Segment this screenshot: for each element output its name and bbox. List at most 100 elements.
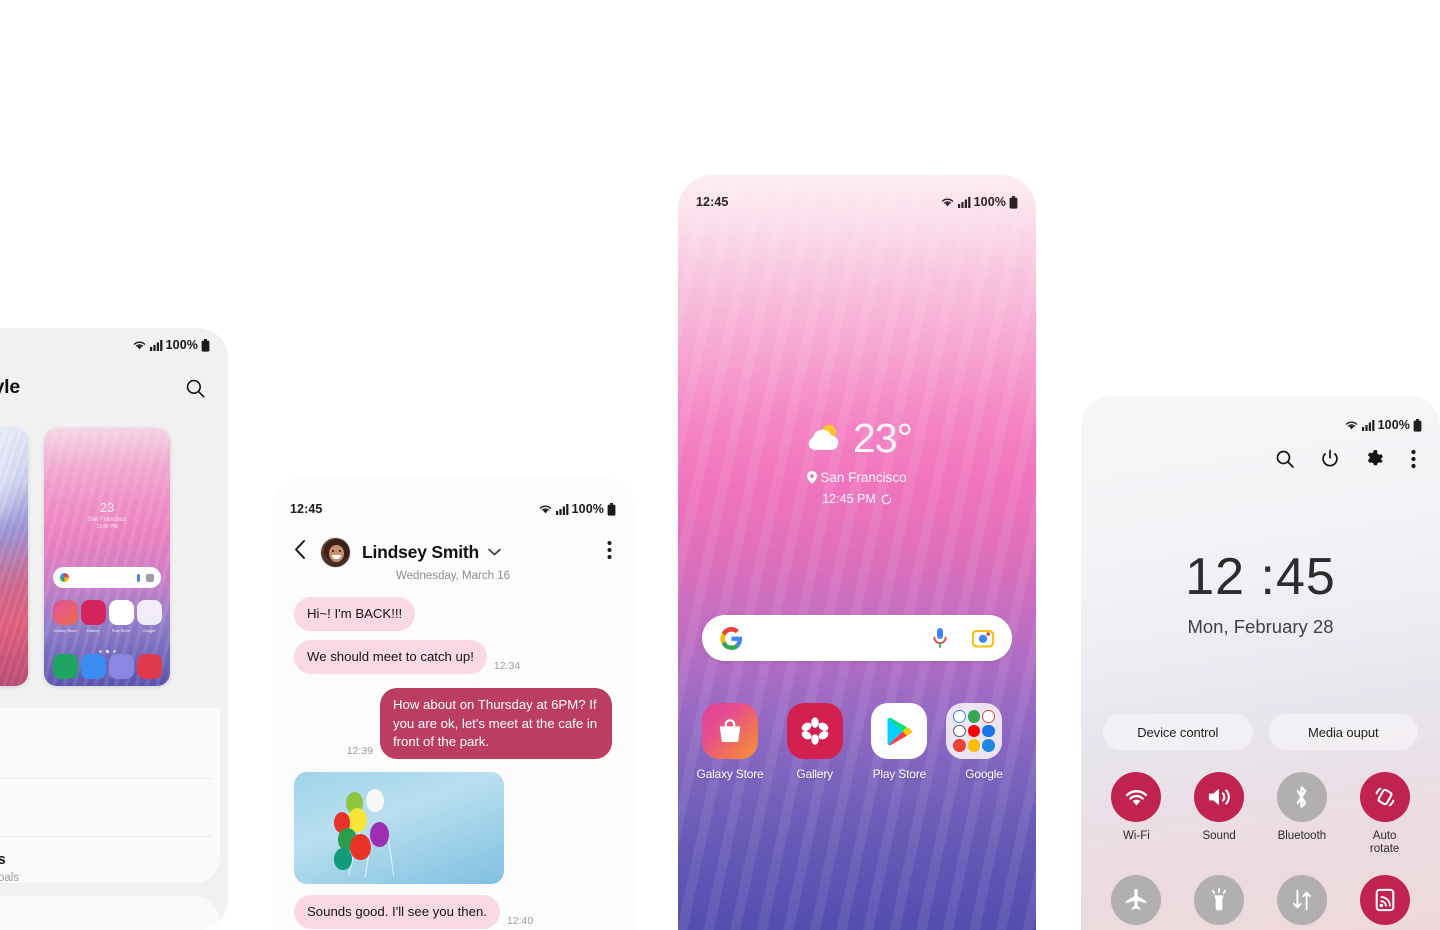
message-bubble-incoming[interactable]: We should meet to catch up! <box>294 640 487 675</box>
battery-percent: 100% <box>165 338 198 352</box>
message-bubble-outgoing[interactable]: How about on Thursday at 6PM? If you are… <box>380 688 612 760</box>
toggle-mobile-data[interactable] <box>1261 875 1344 930</box>
preview-app: Google <box>136 600 162 633</box>
gallery-icon <box>786 703 843 759</box>
preview-search-bar <box>53 567 161 588</box>
google-lens-icon[interactable] <box>972 628 994 648</box>
google-search-bar[interactable] <box>702 615 1012 661</box>
messages-icon <box>80 654 106 679</box>
more-vertical-icon[interactable] <box>607 540 612 565</box>
search-icon[interactable] <box>1275 449 1295 474</box>
wifi-icon <box>539 505 551 514</box>
avatar[interactable] <box>320 536 351 568</box>
quick-panel-phone: 100% 12:45 Mon, February 28 Device cont… <box>1081 396 1440 930</box>
preview-app-label: Gallery <box>86 628 100 633</box>
toggle-airplane-mode[interactable] <box>1095 875 1178 930</box>
app-label: Galaxy Store <box>696 767 764 781</box>
home-screen-preview[interactable]: 23 San Francisco 12:45 PM Galaxy Store G… <box>44 428 170 686</box>
lock-screen-preview[interactable] <box>0 428 28 686</box>
samsung-internet-icon <box>108 654 134 679</box>
app-google-folder[interactable]: Google <box>945 703 1022 781</box>
quick-settings-toggles: Wi-Fi Sound Bluetooth Auto rotate <box>1095 772 1426 930</box>
status-icons: 100% <box>1344 418 1422 432</box>
toggle-flashlight[interactable] <box>1178 875 1261 930</box>
battery-percent: 100% <box>973 195 1006 209</box>
signal-icon <box>1361 420 1375 431</box>
page-title: er and style <box>0 376 20 398</box>
signal-icon <box>555 504 569 515</box>
status-bar: 12:45 100% <box>678 185 1036 219</box>
toggle-hotspot[interactable] <box>1343 875 1426 930</box>
bluetooth-icon <box>1276 772 1327 822</box>
status-icons: 100% <box>538 502 616 516</box>
device-control-button[interactable]: Device control <box>1103 714 1253 750</box>
message-time: 12:34 <box>493 660 521 673</box>
chevron-down-icon[interactable] <box>488 543 501 561</box>
airplane-icon <box>1111 875 1162 926</box>
battery-percent: 100% <box>1377 418 1410 432</box>
toggle-auto-rotate[interactable]: Auto rotate <box>1343 772 1426 856</box>
preview-app: Play Store <box>108 600 134 633</box>
weather-widget[interactable]: 23° San Francisco 12:45 PM <box>678 415 1036 506</box>
clock-widget[interactable]: 12 :45 Mon, February 28 <box>1081 551 1440 638</box>
auto-rotate-icon <box>1359 772 1410 822</box>
status-icons: 100% <box>940 195 1018 209</box>
app-galaxy-store[interactable]: Galaxy Store <box>692 703 768 781</box>
preview-app-row: Galaxy Store Gallery Play Store Google <box>52 600 162 633</box>
preview-app-label: Google <box>142 628 156 633</box>
galaxy-store-icon <box>702 703 758 759</box>
play-store-icon <box>871 703 928 759</box>
phone-icon <box>52 654 78 679</box>
message-list: Hi~! I'm BACK!!! We should meet to catch… <box>272 588 634 930</box>
wallpaper-previews: 23 San Francisco 12:45 PM Galaxy Store G… <box>0 428 170 686</box>
conversation-header: Lindsey Smith <box>272 528 634 576</box>
status-bar: 100% <box>1081 408 1440 442</box>
weather-temp: 23° <box>852 415 913 461</box>
preview-app: Galaxy Store <box>52 600 78 633</box>
toggle-sound[interactable]: Sound <box>1178 772 1261 856</box>
message-image-balloons[interactable] <box>294 772 504 885</box>
toggle-label: Sound <box>1202 830 1236 842</box>
media-output-button[interactable]: Media ouput <box>1268 714 1418 750</box>
app-play-store[interactable]: Play Store <box>861 703 937 781</box>
weather-updated: 12:45 PM <box>822 492 876 506</box>
search-icon[interactable] <box>185 378 206 404</box>
message-row: Hi~! I'm BACK!!! <box>294 597 612 632</box>
power-icon[interactable] <box>1320 449 1340 474</box>
list-item-subtitle: n, Samsung Global Goals <box>0 872 20 884</box>
galaxy-store-icon <box>52 600 78 625</box>
contact-name: Lindsey Smith <box>362 541 480 562</box>
partly-cloudy-icon <box>808 424 839 450</box>
app-gallery[interactable]: Gallery <box>777 703 853 781</box>
quick-panel-chips: Device control Media ouput <box>1103 714 1418 750</box>
toggle-wifi[interactable]: Wi-Fi <box>1095 772 1178 856</box>
battery-icon <box>607 502 616 516</box>
refresh-icon[interactable] <box>881 493 892 505</box>
microphone-icon <box>137 573 140 582</box>
app-label: Google <box>965 767 1003 781</box>
message-bubble-incoming[interactable]: Sounds good. I'll see you then. <box>294 895 500 930</box>
gear-icon[interactable] <box>1365 448 1386 474</box>
preview-city: San Francisco <box>87 517 127 523</box>
google-folder-icon <box>136 600 162 625</box>
list-item-wallpaper-services[interactable]: allpaper services n, Samsung Global Goal… <box>0 852 214 884</box>
more-vertical-icon[interactable] <box>1411 449 1416 474</box>
message-row <box>294 772 612 885</box>
camera-icon <box>136 654 162 679</box>
weather-updated-row: 12:45 PM <box>678 492 1036 506</box>
preview-app-label: Play Store <box>111 628 131 633</box>
back-button[interactable] <box>294 539 306 565</box>
divider <box>0 836 212 837</box>
battery-icon <box>1413 418 1422 432</box>
balloon <box>370 822 389 848</box>
message-bubble-incoming[interactable]: Hi~! I'm BACK!!! <box>294 597 416 632</box>
message-row: We should meet to catch up! 12:34 <box>294 640 612 675</box>
preview-temp: 23 <box>99 500 115 515</box>
toggle-bluetooth[interactable]: Bluetooth <box>1261 772 1344 856</box>
microphone-icon[interactable] <box>932 627 948 649</box>
app-label: Play Store <box>872 767 927 781</box>
weather-location: San Francisco <box>820 470 907 485</box>
list-item[interactable]: oaded <box>0 746 214 764</box>
toggle-label: Bluetooth <box>1277 830 1327 842</box>
wifi-icon <box>1111 772 1162 822</box>
